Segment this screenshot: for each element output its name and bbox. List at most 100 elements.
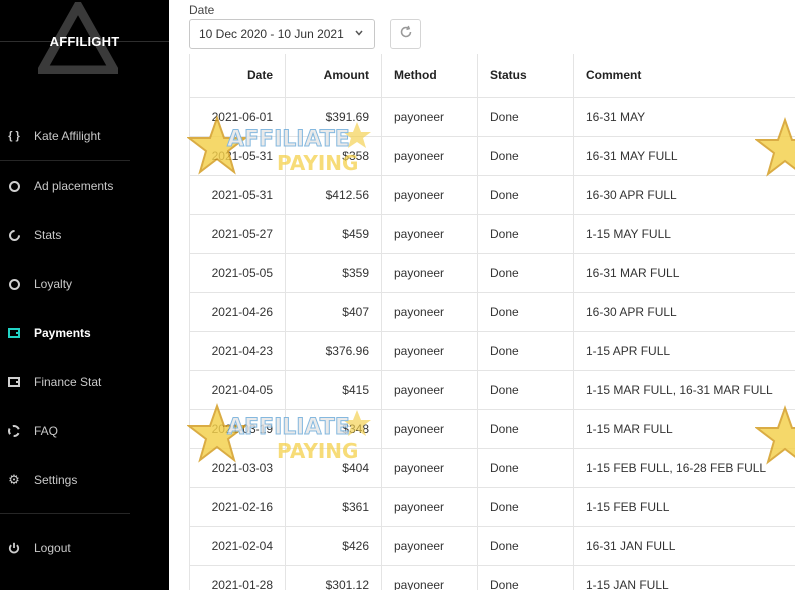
cell-date: 2021-02-04 <box>189 525 286 566</box>
cell-amount: $376.96 <box>285 330 382 371</box>
cell-comment: 1-15 APR FULL <box>573 330 795 371</box>
column-header-method[interactable]: Method <box>381 54 478 98</box>
cell-method: payoneer <box>381 408 478 449</box>
dashed-circle-icon <box>7 424 21 438</box>
cell-status: Done <box>477 330 574 371</box>
cell-method: payoneer <box>381 135 478 176</box>
gear-icon: ⚙ <box>8 472 20 487</box>
table-row: 2021-02-04 $426 payoneer Done 16-31 JAN FULL <box>189 525 795 566</box>
cell-method: payoneer <box>381 252 478 293</box>
date-filter-label: Date <box>189 3 215 17</box>
column-header-comment[interactable]: Comment <box>573 54 795 98</box>
sidebar-item-finance-stat[interactable]: Finance Stat <box>0 370 169 394</box>
sidebar-item-label: FAQ <box>34 424 59 438</box>
cell-method: payoneer <box>381 564 478 590</box>
cell-date: 2021-01-28 <box>189 564 286 590</box>
cell-comment: 1-15 JAN FULL <box>573 564 795 590</box>
code-braces-icon: { } <box>8 130 20 142</box>
sidebar-item-label: Finance Stat <box>34 375 102 389</box>
cell-method: payoneer <box>381 447 478 488</box>
logout-button[interactable]: Logout <box>0 536 169 560</box>
table-row: 2021-04-05 $415 payoneer Done 1-15 MAR FULL,… <box>189 369 795 410</box>
cell-amount: $426 <box>285 525 382 566</box>
cell-status: Done <box>477 525 574 566</box>
cell-comment: 16-31 JAN FULL <box>573 525 795 566</box>
cell-date: 2021-03-19 <box>189 408 286 449</box>
cell-status: Done <box>477 369 574 410</box>
cell-method: payoneer <box>381 174 478 215</box>
refresh-icon <box>399 25 413 44</box>
cell-status: Done <box>477 447 574 488</box>
table-row: 2021-06-01 $391.69 payoneer Done 16-31 MAY <box>189 96 795 137</box>
circle-icon <box>7 277 21 291</box>
cell-method: payoneer <box>381 291 478 332</box>
cell-date: 2021-03-03 <box>189 447 286 488</box>
logo[interactable]: AFFILIGHT <box>0 0 169 80</box>
cell-status: Done <box>477 174 574 215</box>
logout-label: Logout <box>34 541 71 555</box>
power-icon <box>7 541 21 555</box>
circle-icon <box>7 179 21 193</box>
cell-date: 2021-04-05 <box>189 369 286 410</box>
table-row: 2021-05-27 $459 payoneer Done 1-15 MAY FULL <box>189 213 795 254</box>
sidebar-item-label: Kate Affilight <box>34 129 101 143</box>
logo-text: AFFILIGHT <box>49 34 120 49</box>
sidebar-item-label: Settings <box>34 473 78 487</box>
cell-amount: $459 <box>285 213 382 254</box>
table-row: 2021-04-26 $407 payoneer Done 16-30 APR FULL <box>189 291 795 332</box>
sidebar-item-label: Stats <box>34 228 62 242</box>
sidebar-item-stats[interactable]: Stats <box>0 223 169 247</box>
cell-amount: $404 <box>285 447 382 488</box>
cell-date: 2021-04-23 <box>189 330 286 371</box>
sidebar-item-faq[interactable]: FAQ <box>0 419 169 443</box>
sidebar-item-ad-placements[interactable]: Ad placements <box>0 174 169 198</box>
refresh-button[interactable] <box>390 19 421 49</box>
sidebar-item-settings[interactable]: ⚙ Settings <box>0 468 169 492</box>
cell-status: Done <box>477 96 574 137</box>
table-row: 2021-05-05 $359 payoneer Done 16-31 MAR FULL <box>189 252 795 293</box>
cell-date: 2021-05-31 <box>189 135 286 176</box>
table-header-row: Date Amount Method Status Comment <box>189 54 795 98</box>
cell-date: 2021-05-27 <box>189 213 286 254</box>
sidebar-item-label: Payments <box>34 326 91 340</box>
cell-method: payoneer <box>381 96 478 137</box>
sidebar-item-loyalty[interactable]: Loyalty <box>0 272 169 296</box>
cell-status: Done <box>477 564 574 590</box>
cell-date: 2021-05-31 <box>189 174 286 215</box>
payments-table: Date Amount Method Status Comment 2021-0… <box>189 54 795 590</box>
cell-amount: $391.69 <box>285 96 382 137</box>
table-row: 2021-03-03 $404 payoneer Done 1-15 FEB FULL,… <box>189 447 795 488</box>
date-range-value: 10 Dec 2020 - 10 Jun 2021 <box>199 27 344 41</box>
cell-status: Done <box>477 213 574 254</box>
main-content: Date 10 Dec 2020 - 10 Jun 2021 Date Amou… <box>169 0 795 590</box>
cell-amount: $358 <box>285 135 382 176</box>
cell-amount: $348 <box>285 408 382 449</box>
cell-comment: 16-31 MAY FULL <box>573 135 795 176</box>
table-row: 2021-03-19 $348 payoneer Done 1-15 MAR FULL <box>189 408 795 449</box>
column-header-amount[interactable]: Amount <box>285 54 382 98</box>
cell-status: Done <box>477 252 574 293</box>
table-row: 2021-01-28 $301.12 payoneer Done 1-15 JAN FU… <box>189 564 795 590</box>
sidebar-item-label: Loyalty <box>34 277 73 291</box>
cell-amount: $361 <box>285 486 382 527</box>
date-range-select[interactable]: 10 Dec 2020 - 10 Jun 2021 <box>189 19 375 49</box>
cell-status: Done <box>477 135 574 176</box>
cell-amount: $415 <box>285 369 382 410</box>
table-row: 2021-04-23 $376.96 payoneer Done 1-15 APR FU… <box>189 330 795 371</box>
column-header-status[interactable]: Status <box>477 54 574 98</box>
cell-comment: 1-15 MAR FULL <box>573 408 795 449</box>
sidebar-item-payments[interactable]: Payments <box>0 321 169 345</box>
sidebar-item-profile[interactable]: { } Kate Affilight <box>0 124 169 148</box>
cell-comment: 1-15 MAY FULL <box>573 213 795 254</box>
cell-amount: $412.56 <box>285 174 382 215</box>
column-header-date[interactable]: Date <box>189 54 286 98</box>
pie-chart-icon <box>6 227 22 243</box>
wallet-icon <box>7 326 21 340</box>
cell-comment: 16-30 APR FULL <box>573 174 795 215</box>
sidebar-item-label: Ad placements <box>34 179 114 193</box>
cell-comment: 16-31 MAY <box>573 96 795 137</box>
cell-date: 2021-05-05 <box>189 252 286 293</box>
cell-comment: 1-15 FEB FULL, 16-28 FEB FULL <box>573 447 795 488</box>
table-row: 2021-02-16 $361 payoneer Done 1-15 FEB FULL <box>189 486 795 527</box>
table-row: 2021-05-31 $412.56 payoneer Done 16-30 APR F… <box>189 174 795 215</box>
